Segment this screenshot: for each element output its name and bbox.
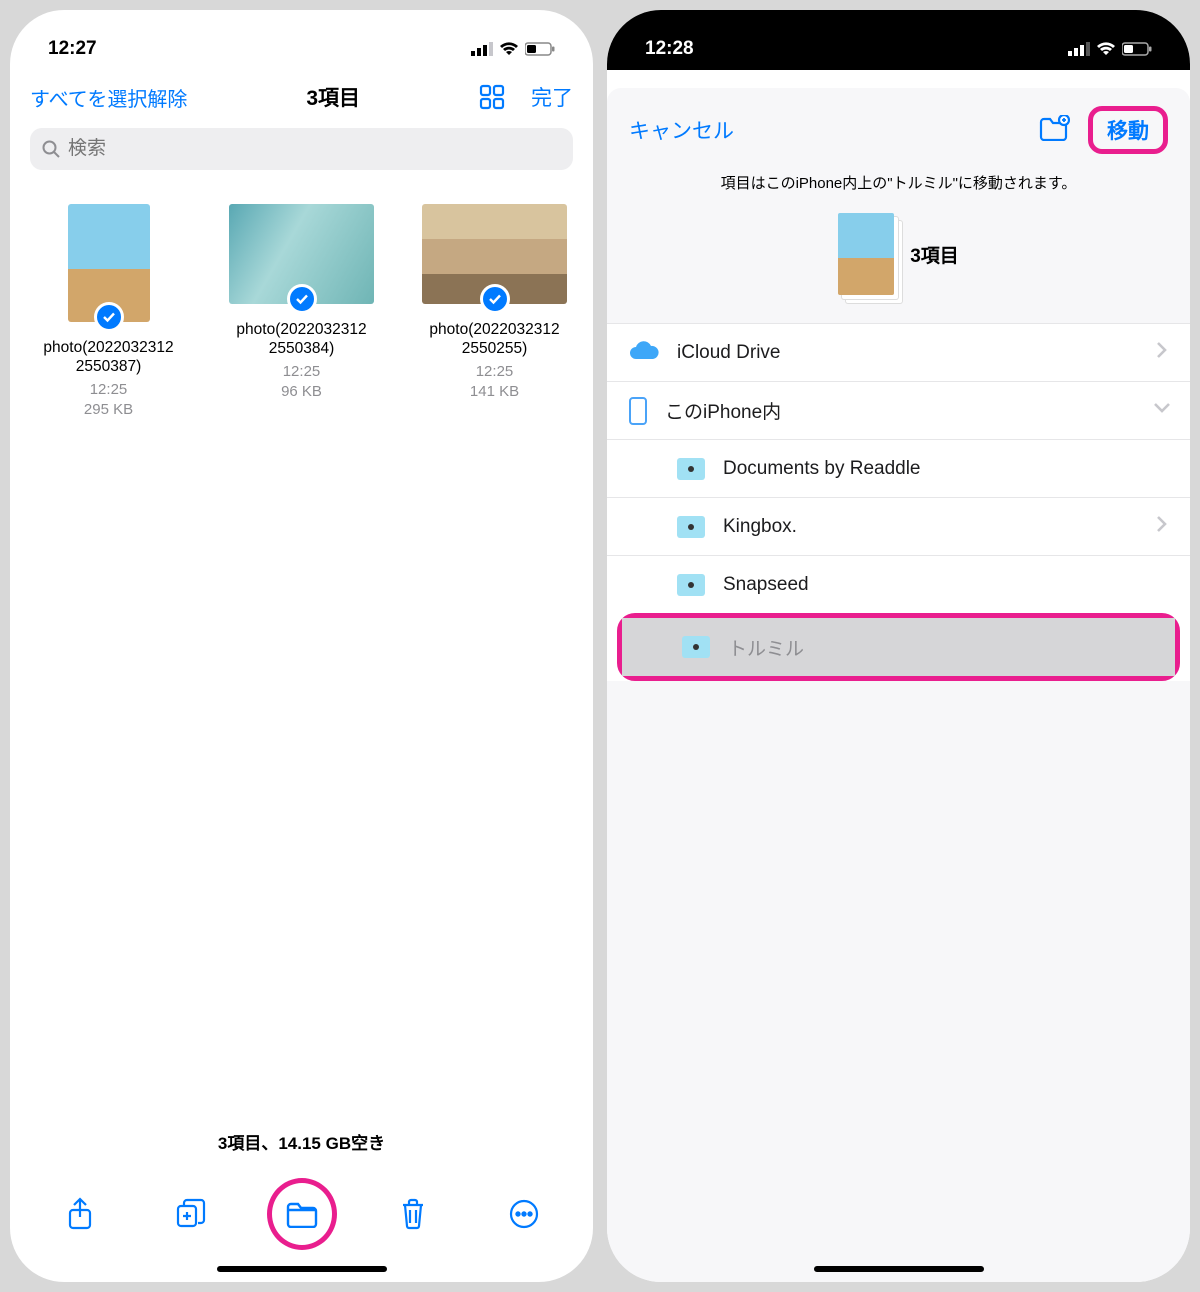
annotation-highlight: トルミル — [617, 613, 1180, 681]
new-folder-button[interactable] — [1038, 115, 1070, 146]
files-grid: photo(2022032312 2550387) 12:25 295 KB p… — [10, 182, 593, 440]
location-sub-folder[interactable]: Snapseed — [607, 555, 1190, 613]
chevron-right-icon — [1156, 515, 1168, 539]
folder-icon — [682, 636, 710, 658]
selected-check-icon — [287, 284, 317, 314]
file-item[interactable]: photo(2022032312 2550384) 12:25 96 KB — [215, 204, 388, 418]
chevron-down-icon — [1156, 399, 1168, 423]
location-label: Snapseed — [723, 574, 809, 596]
wifi-icon — [499, 42, 519, 56]
view-mode-button[interactable] — [479, 84, 505, 110]
more-button[interactable] — [489, 1199, 559, 1229]
status-bar: 12:27 — [10, 10, 593, 70]
file-name: photo(2022032312 2550387) — [22, 338, 195, 377]
file-name: photo(2022032312 2550384) — [215, 320, 388, 359]
location-sub-folder[interactable]: Documents by Readdle — [607, 439, 1190, 497]
move-folder-button[interactable] — [267, 1178, 337, 1250]
annotation-highlight — [267, 1178, 337, 1250]
phone-screen-move-sheet: 12:28 キャンセル 移動 項目はこのiPhone内上の"トルミル"に移動され… — [607, 10, 1190, 1282]
file-size: 141 KB — [470, 383, 519, 400]
delete-button[interactable] — [378, 1198, 448, 1230]
annotation-highlight: 移動 — [1088, 106, 1168, 154]
file-thumbnail — [229, 204, 374, 304]
deselect-all-button[interactable]: すべてを選択解除 — [30, 83, 187, 112]
move-sheet: キャンセル 移動 項目はこのiPhone内上の"トルミル"に移動されます。 3項… — [607, 88, 1190, 1282]
done-button[interactable]: 完了 — [531, 82, 573, 112]
file-name: photo(2022032312 2550255) — [408, 320, 581, 359]
selection-preview: 3項目 — [607, 199, 1190, 323]
nav-bar: すべてを選択解除 3項目 完了 — [10, 70, 593, 122]
status-bar: 12:28 — [607, 10, 1190, 70]
file-thumbnail — [68, 204, 150, 322]
folder-icon — [677, 516, 705, 538]
file-time: 12:25 — [283, 363, 321, 380]
location-list: iCloud Drive このiPhone内 Documents by Read… — [607, 323, 1190, 681]
home-indicator[interactable] — [814, 1266, 984, 1272]
location-sub-folder[interactable]: Kingbox. — [607, 497, 1190, 555]
status-time: 12:28 — [645, 38, 694, 60]
file-size: 295 KB — [84, 401, 133, 418]
folder-icon — [677, 574, 705, 596]
location-this-iphone[interactable]: このiPhone内 — [607, 381, 1190, 439]
duplicate-button[interactable] — [156, 1198, 226, 1230]
battery-icon — [525, 42, 555, 56]
status-indicators — [471, 42, 555, 56]
search-input[interactable] — [68, 138, 561, 160]
location-icloud[interactable]: iCloud Drive — [607, 323, 1190, 381]
share-button[interactable] — [45, 1197, 115, 1231]
home-indicator[interactable] — [217, 1266, 387, 1272]
file-item[interactable]: photo(2022032312 2550387) 12:25 295 KB — [22, 204, 195, 418]
wifi-icon — [1096, 42, 1116, 56]
file-item[interactable]: photo(2022032312 2550255) 12:25 141 KB — [408, 204, 581, 418]
cellular-icon — [471, 42, 493, 56]
sheet-nav: キャンセル 移動 — [607, 88, 1190, 160]
location-label: iCloud Drive — [677, 342, 780, 364]
location-label: Kingbox. — [723, 516, 797, 538]
cancel-button[interactable]: キャンセル — [629, 115, 734, 145]
file-thumbnail — [422, 204, 567, 304]
file-size: 96 KB — [281, 383, 322, 400]
move-button[interactable]: 移動 — [1099, 116, 1157, 147]
location-label: このiPhone内 — [665, 397, 781, 424]
selected-check-icon — [94, 302, 124, 332]
file-time: 12:25 — [90, 381, 128, 398]
search-field[interactable] — [30, 128, 573, 170]
move-hint-text: 項目はこのiPhone内上の"トルミル"に移動されます。 — [607, 160, 1190, 199]
iphone-icon — [629, 397, 647, 425]
storage-status: 3項目、14.15 GB空き — [10, 1129, 593, 1154]
location-label: トルミル — [728, 634, 804, 661]
icloud-icon — [629, 340, 659, 366]
folder-icon — [677, 458, 705, 480]
preview-thumbnail — [838, 213, 894, 295]
status-time: 12:27 — [48, 38, 97, 60]
battery-icon — [1122, 42, 1152, 56]
location-sub-folder-selected[interactable]: トルミル — [622, 618, 1175, 676]
location-label: Documents by Readdle — [723, 458, 921, 480]
cellular-icon — [1068, 42, 1090, 56]
selection-count: 3項目 — [306, 82, 360, 112]
file-time: 12:25 — [476, 363, 514, 380]
selected-check-icon — [480, 284, 510, 314]
preview-count: 3項目 — [910, 241, 959, 268]
search-icon — [42, 140, 60, 158]
status-indicators — [1068, 42, 1152, 56]
chevron-right-icon — [1156, 341, 1168, 365]
phone-screen-files: 12:27 すべてを選択解除 3項目 完了 photo(2022032312 2… — [10, 10, 593, 1282]
